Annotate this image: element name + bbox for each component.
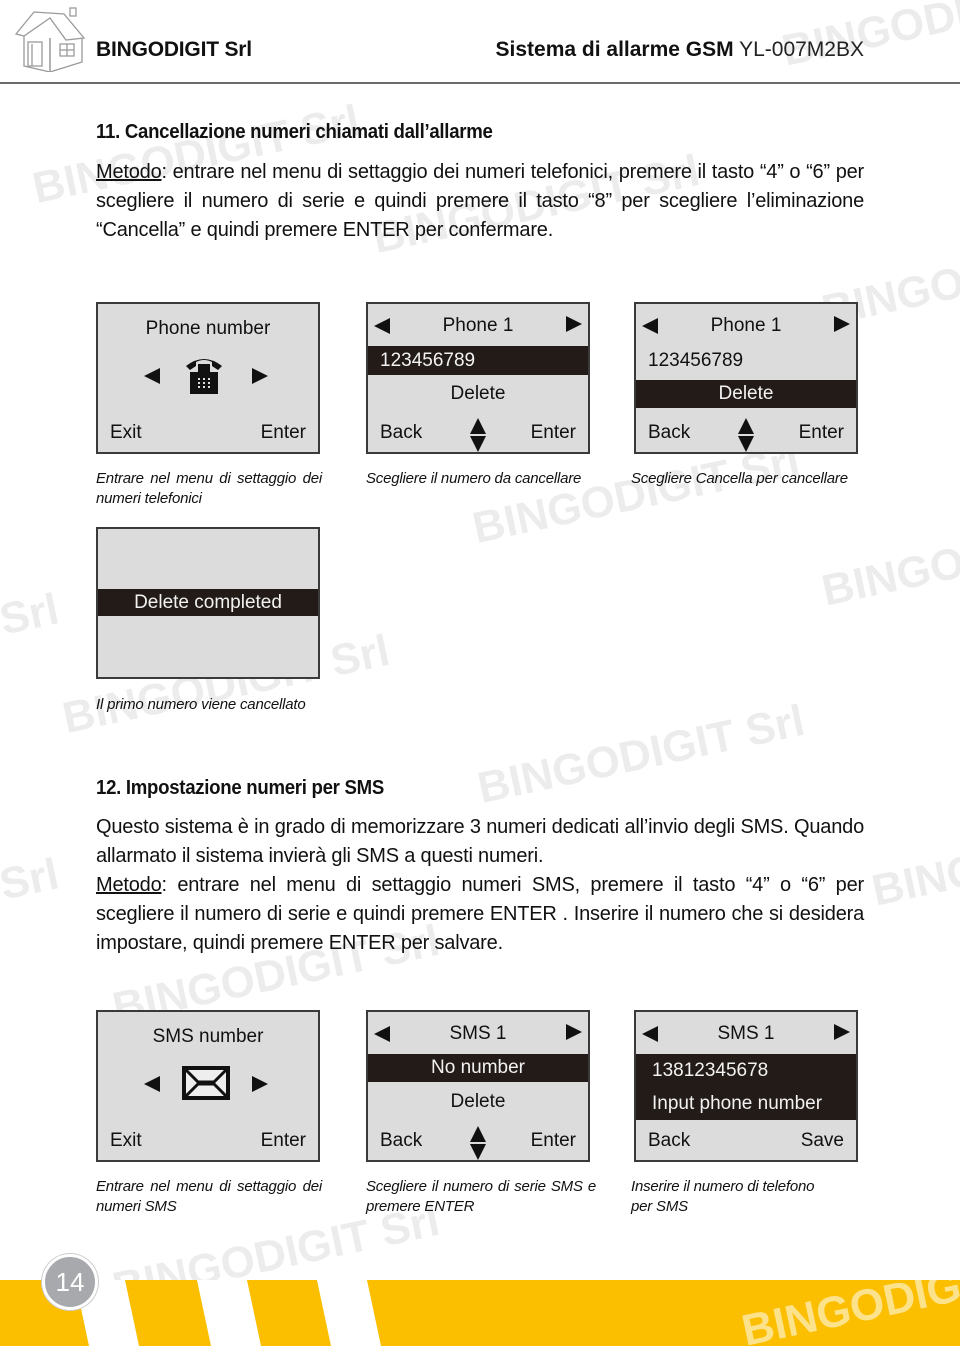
arrow-right-icon bbox=[834, 316, 850, 332]
telephone-icon bbox=[186, 359, 222, 394]
watermark: BINGODIGIT bbox=[867, 813, 960, 916]
section-12-intro: Questo sistema è in grado di memorizzare… bbox=[96, 816, 864, 867]
softkey-right[interactable]: Enter bbox=[531, 422, 576, 444]
screen-caption: Entrare nel menu di settaggio dei numeri… bbox=[96, 470, 322, 507]
softkey-left[interactable]: Exit bbox=[110, 1130, 142, 1152]
lcd-message: Delete completed bbox=[98, 589, 318, 616]
up-down-arrow-icon bbox=[470, 418, 486, 452]
screen-caption: Scegliere il numero da cancellare bbox=[366, 470, 582, 487]
lcd-input-block[interactable]: 13812345678 Input phone number bbox=[636, 1054, 856, 1120]
watermark: Srl bbox=[0, 584, 64, 645]
watermark: Srl bbox=[0, 849, 64, 910]
section-11-method: Metodo: entrare nel menu di settaggio de… bbox=[96, 158, 864, 245]
method-text: : entrare nel menu di settaggio dei nume… bbox=[96, 161, 864, 241]
lcd-title: Phone 1 bbox=[710, 315, 782, 336]
lcd-line-delete-selected[interactable]: Delete bbox=[636, 380, 856, 408]
lcd-line-number[interactable]: 123456789 bbox=[636, 346, 856, 375]
arrow-right-icon bbox=[566, 316, 582, 332]
method-text: : entrare nel menu di settaggio numeri S… bbox=[96, 874, 864, 954]
lcd-line-no-number-selected[interactable]: No number bbox=[368, 1054, 588, 1082]
lcd-title: Phone 1 bbox=[442, 315, 514, 336]
watermark: BINGODIGIT Srl bbox=[473, 695, 809, 814]
softkey-left[interactable]: Back bbox=[648, 422, 690, 444]
arrow-right-icon bbox=[566, 1024, 582, 1040]
softkey-left[interactable]: Back bbox=[648, 1130, 690, 1152]
screen-caption: Scegliere Cancella per cancellare bbox=[631, 470, 848, 487]
softkey-left[interactable]: Back bbox=[380, 422, 422, 444]
lcd-screen-sms-1-input: SMS 1 13812345678 Input phone number Bac… bbox=[634, 1010, 858, 1162]
softkey-left[interactable]: Back bbox=[380, 1130, 422, 1152]
envelope-icon bbox=[182, 1066, 230, 1100]
lcd-screen-delete-completed: Delete completed bbox=[96, 527, 320, 679]
softkey-right[interactable]: Enter bbox=[261, 422, 306, 444]
screen-caption: Scegliere il numero di serie SMS e preme… bbox=[366, 1178, 596, 1215]
section-12-body: Questo sistema è in grado di memorizzare… bbox=[96, 813, 864, 958]
softkey-right[interactable]: Enter bbox=[261, 1130, 306, 1152]
method-label: Metodo bbox=[96, 874, 162, 896]
lcd-screen-sms-number: SMS number Exit Enter bbox=[96, 1010, 320, 1162]
method-label: Metodo bbox=[96, 161, 162, 183]
up-down-arrow-icon bbox=[470, 1126, 486, 1160]
arrow-right-icon bbox=[252, 1076, 268, 1092]
header-divider bbox=[0, 82, 960, 84]
softkey-right[interactable]: Save bbox=[801, 1130, 844, 1152]
screen-caption: Il primo numero viene cancellato bbox=[96, 696, 306, 713]
arrow-left-icon bbox=[144, 368, 160, 384]
lcd-screen-phone-number: Phone number Exit Enter bbox=[96, 302, 320, 454]
arrow-left-icon bbox=[144, 1076, 160, 1092]
lcd-title: SMS 1 bbox=[717, 1023, 775, 1044]
document-title-main: Sistema di allarme GSM bbox=[495, 38, 734, 61]
lcd-screen-phone-1-select-delete: Phone 1 123456789 Delete Back Enter bbox=[634, 302, 858, 454]
screen-caption: Entrare nel menu di settaggio dei numeri… bbox=[96, 1178, 322, 1215]
lcd-input-prompt: Input phone number bbox=[652, 1092, 823, 1114]
softkey-left[interactable]: Exit bbox=[110, 422, 142, 444]
lcd-screen-sms-1-select: SMS 1 No number Delete Back Enter bbox=[366, 1010, 590, 1162]
lcd-screen-phone-1-select-number: Phone 1 123456789 Delete Back Enter bbox=[366, 302, 590, 454]
screen-caption: Inserire il numero di telefono per SMS bbox=[631, 1178, 815, 1215]
lcd-title: Phone number bbox=[145, 318, 271, 339]
lcd-input-number[interactable]: 13812345678 bbox=[652, 1060, 768, 1082]
house-logo-icon bbox=[14, 7, 86, 72]
page-number: 14 bbox=[42, 1254, 98, 1310]
lcd-line-delete[interactable]: Delete bbox=[368, 380, 588, 408]
arrow-right-icon bbox=[252, 368, 268, 384]
softkey-right[interactable]: Enter bbox=[799, 422, 844, 444]
watermark: BINGODIGIT bbox=[817, 513, 960, 616]
company-brand: BINGODIGIT Srl bbox=[96, 38, 252, 61]
lcd-title: SMS 1 bbox=[449, 1023, 507, 1044]
document-model: YL-007M2BX bbox=[739, 38, 864, 61]
softkey-right[interactable]: Enter bbox=[531, 1130, 576, 1152]
arrow-right-icon bbox=[834, 1024, 850, 1040]
section-11-title: 11. Cancellazione numeri chiamati dall’a… bbox=[96, 121, 493, 143]
lcd-line-number-selected[interactable]: 123456789 bbox=[368, 346, 588, 375]
lcd-title: SMS number bbox=[152, 1026, 264, 1047]
document-title: Sistema di allarme GSM YL-007M2BX bbox=[496, 38, 864, 62]
up-down-arrow-icon bbox=[738, 418, 754, 452]
section-12-title: 12. Impostazione numeri per SMS bbox=[96, 777, 384, 799]
footer-band bbox=[0, 1280, 960, 1346]
lcd-line-delete[interactable]: Delete bbox=[368, 1088, 588, 1116]
